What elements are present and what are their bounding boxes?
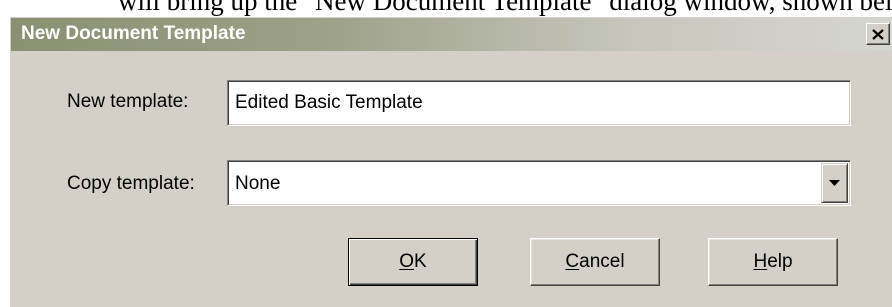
copy-template-dropdown-button[interactable] xyxy=(821,163,848,203)
help-label-rest: elp xyxy=(767,251,793,272)
copy-template-select[interactable]: None xyxy=(227,160,851,206)
cancel-mnemonic: C xyxy=(565,251,580,272)
dialog-title: New Document Template xyxy=(21,23,246,44)
new-template-label: New template: xyxy=(67,91,189,112)
ok-mnemonic: O xyxy=(399,251,415,272)
copy-template-label: Copy template: xyxy=(67,173,195,194)
close-icon xyxy=(872,28,884,40)
new-template-input[interactable]: Edited Basic Template xyxy=(227,80,851,126)
ok-button[interactable]: OK xyxy=(348,238,478,286)
close-button[interactable] xyxy=(866,23,890,45)
dialog-titlebar[interactable]: New Document Template xyxy=(11,18,892,51)
new-document-template-dialog: New Document Template New template: Edit… xyxy=(10,17,892,307)
help-button-label: Help xyxy=(753,251,792,273)
ok-label-rest: K xyxy=(414,251,427,272)
copy-template-value[interactable]: None xyxy=(235,173,280,195)
cancel-button-label: Cancel xyxy=(565,251,624,273)
cancel-label-rest: ancel xyxy=(579,251,625,272)
new-template-value[interactable]: Edited Basic Template xyxy=(235,92,423,114)
chevron-down-icon xyxy=(829,180,840,186)
help-mnemonic: H xyxy=(753,251,768,272)
document-text-line: will bring up the "New Document Template… xyxy=(118,0,892,16)
ok-button-label: OK xyxy=(399,251,426,273)
help-button[interactable]: Help xyxy=(708,238,838,286)
cancel-button[interactable]: Cancel xyxy=(530,238,660,286)
